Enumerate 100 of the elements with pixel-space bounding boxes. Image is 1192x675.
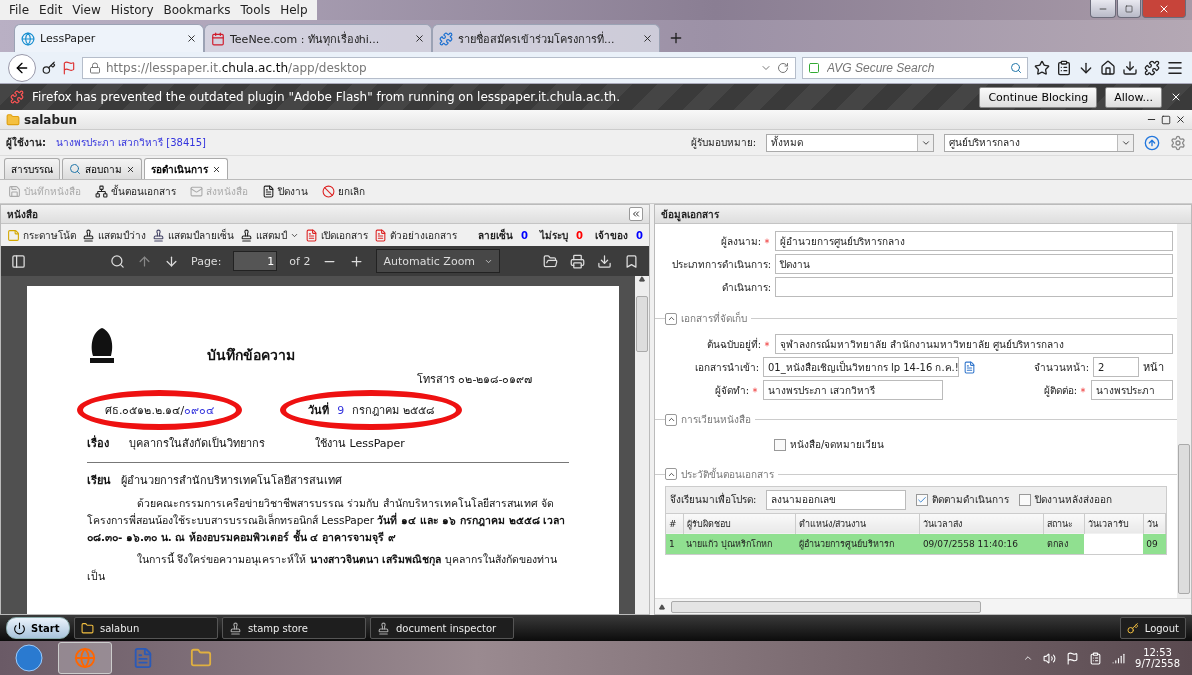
address-bar[interactable]: https://lesspaper.it.chula.ac.th/app/desktop [82,56,796,79]
tool-button[interactable]: แสตมป์ลายเซ็น [152,227,234,243]
toolbar-button[interactable]: ยกเลิก [322,184,365,199]
page-input[interactable]: 1 [233,251,278,271]
clock[interactable]: 12:53 9/7/2558 [1135,647,1188,669]
close-icon[interactable] [414,33,425,44]
minimize-button[interactable] [1090,0,1116,18]
menu-item[interactable]: File [4,0,35,20]
puzzle-icon[interactable] [1144,59,1160,76]
text-field[interactable]: 2 [1093,357,1139,377]
scrollbar[interactable] [1177,224,1191,598]
speaker-icon[interactable] [1043,651,1057,665]
tool-button[interactable]: กระดาษโน้ต [7,227,76,243]
close-icon[interactable] [1170,91,1182,103]
print-icon[interactable] [570,253,585,269]
scrollbar[interactable] [635,276,649,614]
clipboard-icon[interactable] [1056,59,1072,76]
menu-item[interactable]: Edit [34,0,68,20]
close-icon[interactable] [642,33,653,44]
taskbar-window[interactable]: document inspector [370,617,514,639]
purpose-field[interactable]: ลงนามออกเลข [766,489,907,510]
down-arrow-icon[interactable] [164,253,179,269]
collapse-toggle[interactable] [665,312,677,325]
reload-icon[interactable] [777,61,789,74]
user-name[interactable]: นางพรประภา เสวกวิหารี [38415] [56,135,206,150]
tool-button[interactable]: ตัวอย่างเอกสาร [374,227,457,243]
back-button[interactable] [8,53,36,82]
close-icon[interactable] [186,33,197,44]
site-icon [21,31,35,46]
start-button[interactable]: Start [6,617,70,639]
settings-icon[interactable] [1170,134,1186,151]
taskbar-window[interactable]: salabun [74,617,218,639]
filter-dropdown[interactable]: ศูนย์บริหารกลาง [944,133,1134,152]
browser-tab[interactable]: TeeNee.com : ทันทุกเรื่องhi... [204,24,432,52]
filter-dropdown[interactable]: ทั้งหมด [766,133,934,152]
app-tab[interactable]: สอบถาม [62,158,142,179]
field-label: จำนวนหน้า: [1033,360,1089,375]
circular-checkbox[interactable]: หนังสือ/จดหมายเวียน [774,437,885,452]
toolbar-button[interactable]: ปิดงาน [262,184,308,199]
collapse-toggle[interactable] [665,468,677,480]
collapse-button[interactable] [629,207,643,221]
search-field[interactable]: AVG Secure Search [802,56,1028,79]
browser-tab[interactable]: LessPaper [14,24,204,52]
flag-icon[interactable] [1066,651,1080,665]
zoom-dropdown[interactable]: Automatic Zoom [376,249,501,273]
text-field[interactable]: จุฬาลงกรณ์มหาวิทยาลัย สำนักงานมหาวิทยาลัย ศูนย์บริหารกลาง [775,334,1173,354]
restore-icon [1125,4,1133,13]
sidebar-icon[interactable] [11,253,26,269]
zoom-in-icon[interactable] [349,253,365,269]
file-icon[interactable] [963,360,976,374]
search-icon[interactable] [110,253,125,269]
toolbar-button[interactable]: ขั้นตอนเอกสาร [95,184,176,199]
menu-item[interactable]: Bookmarks [158,0,236,20]
open-file-icon[interactable] [543,253,558,269]
option-checkbox[interactable]: ติดตามดำเนินการ [916,492,1010,507]
star-icon[interactable] [1034,59,1050,76]
collapse-toggle[interactable] [665,413,677,426]
text-field[interactable]: ปิดงาน [775,254,1173,274]
browser-tab[interactable]: รายชื่อสมัครเข้าร่วมโครงการที่... [432,24,660,52]
menu-item[interactable]: History [105,0,159,20]
bookmark-icon[interactable] [624,253,639,269]
option-checkbox[interactable]: ปิดงานหลังส่งออก [1019,492,1113,507]
upload-icon[interactable] [1144,134,1160,151]
signal-icon[interactable] [1112,651,1126,665]
text-field[interactable]: ผู้อำนวยการศูนย์บริหารกลาง [775,231,1173,251]
text-field[interactable]: นางพรประภา [1091,380,1173,400]
restore-button[interactable] [1117,0,1141,18]
restore-icon[interactable] [1161,114,1171,125]
app-tab[interactable]: สารบรรณ [4,158,60,179]
download-icon[interactable] [597,253,612,269]
text-field[interactable]: 01_หนังสือเชิญเป็นวิทยากร lp 14-16 ก.ค.! [763,357,959,377]
stamp-icon [240,228,253,242]
column-header: วัน [1143,513,1166,534]
text-field[interactable] [775,277,1173,297]
taskbar-window[interactable]: stamp store [222,617,366,639]
scrollbar-thumb[interactable] [636,296,648,352]
close-icon[interactable] [126,164,135,174]
menu-item[interactable]: Tools [235,0,276,20]
text-field[interactable]: นางพรประภา เสวกวิหารี [763,380,943,400]
field-label: ผู้ลงนาม: [720,234,761,249]
notification-button[interactable]: Allow... [1105,86,1162,108]
app-tab[interactable]: รอดำเนินการ [144,158,228,179]
tray-expand-icon[interactable] [1023,653,1034,663]
scrollbar-thumb[interactable] [671,600,981,613]
menu-item[interactable]: Help [275,0,313,20]
tool-button[interactable]: แสตมป์ [240,227,299,243]
scrollbar[interactable] [655,598,1191,614]
menu-item[interactable]: View [67,0,106,20]
chevron-up-icon [666,314,676,323]
home-icon[interactable] [1100,59,1116,76]
close-icon[interactable] [212,164,221,174]
table-row[interactable]: 1 นายแก้ว ปุณหริกโกหก ผู้อำนวยการศูนย์บริหารก 09/07/2558 11:40:16 ตกลง 09 [666,533,1166,554]
close-icon[interactable] [1175,114,1186,125]
tool-button[interactable]: เปิดเอกสาร [305,227,368,243]
notification-button[interactable]: Continue Blocking [979,86,1098,108]
download-icon[interactable] [1122,59,1138,76]
tool-button[interactable]: แสตมป์ว่าง [82,227,146,243]
scrollbar-thumb[interactable] [1178,444,1190,594]
logout-button[interactable]: Logout [1120,617,1186,639]
new-tab-icon[interactable] [668,30,684,46]
